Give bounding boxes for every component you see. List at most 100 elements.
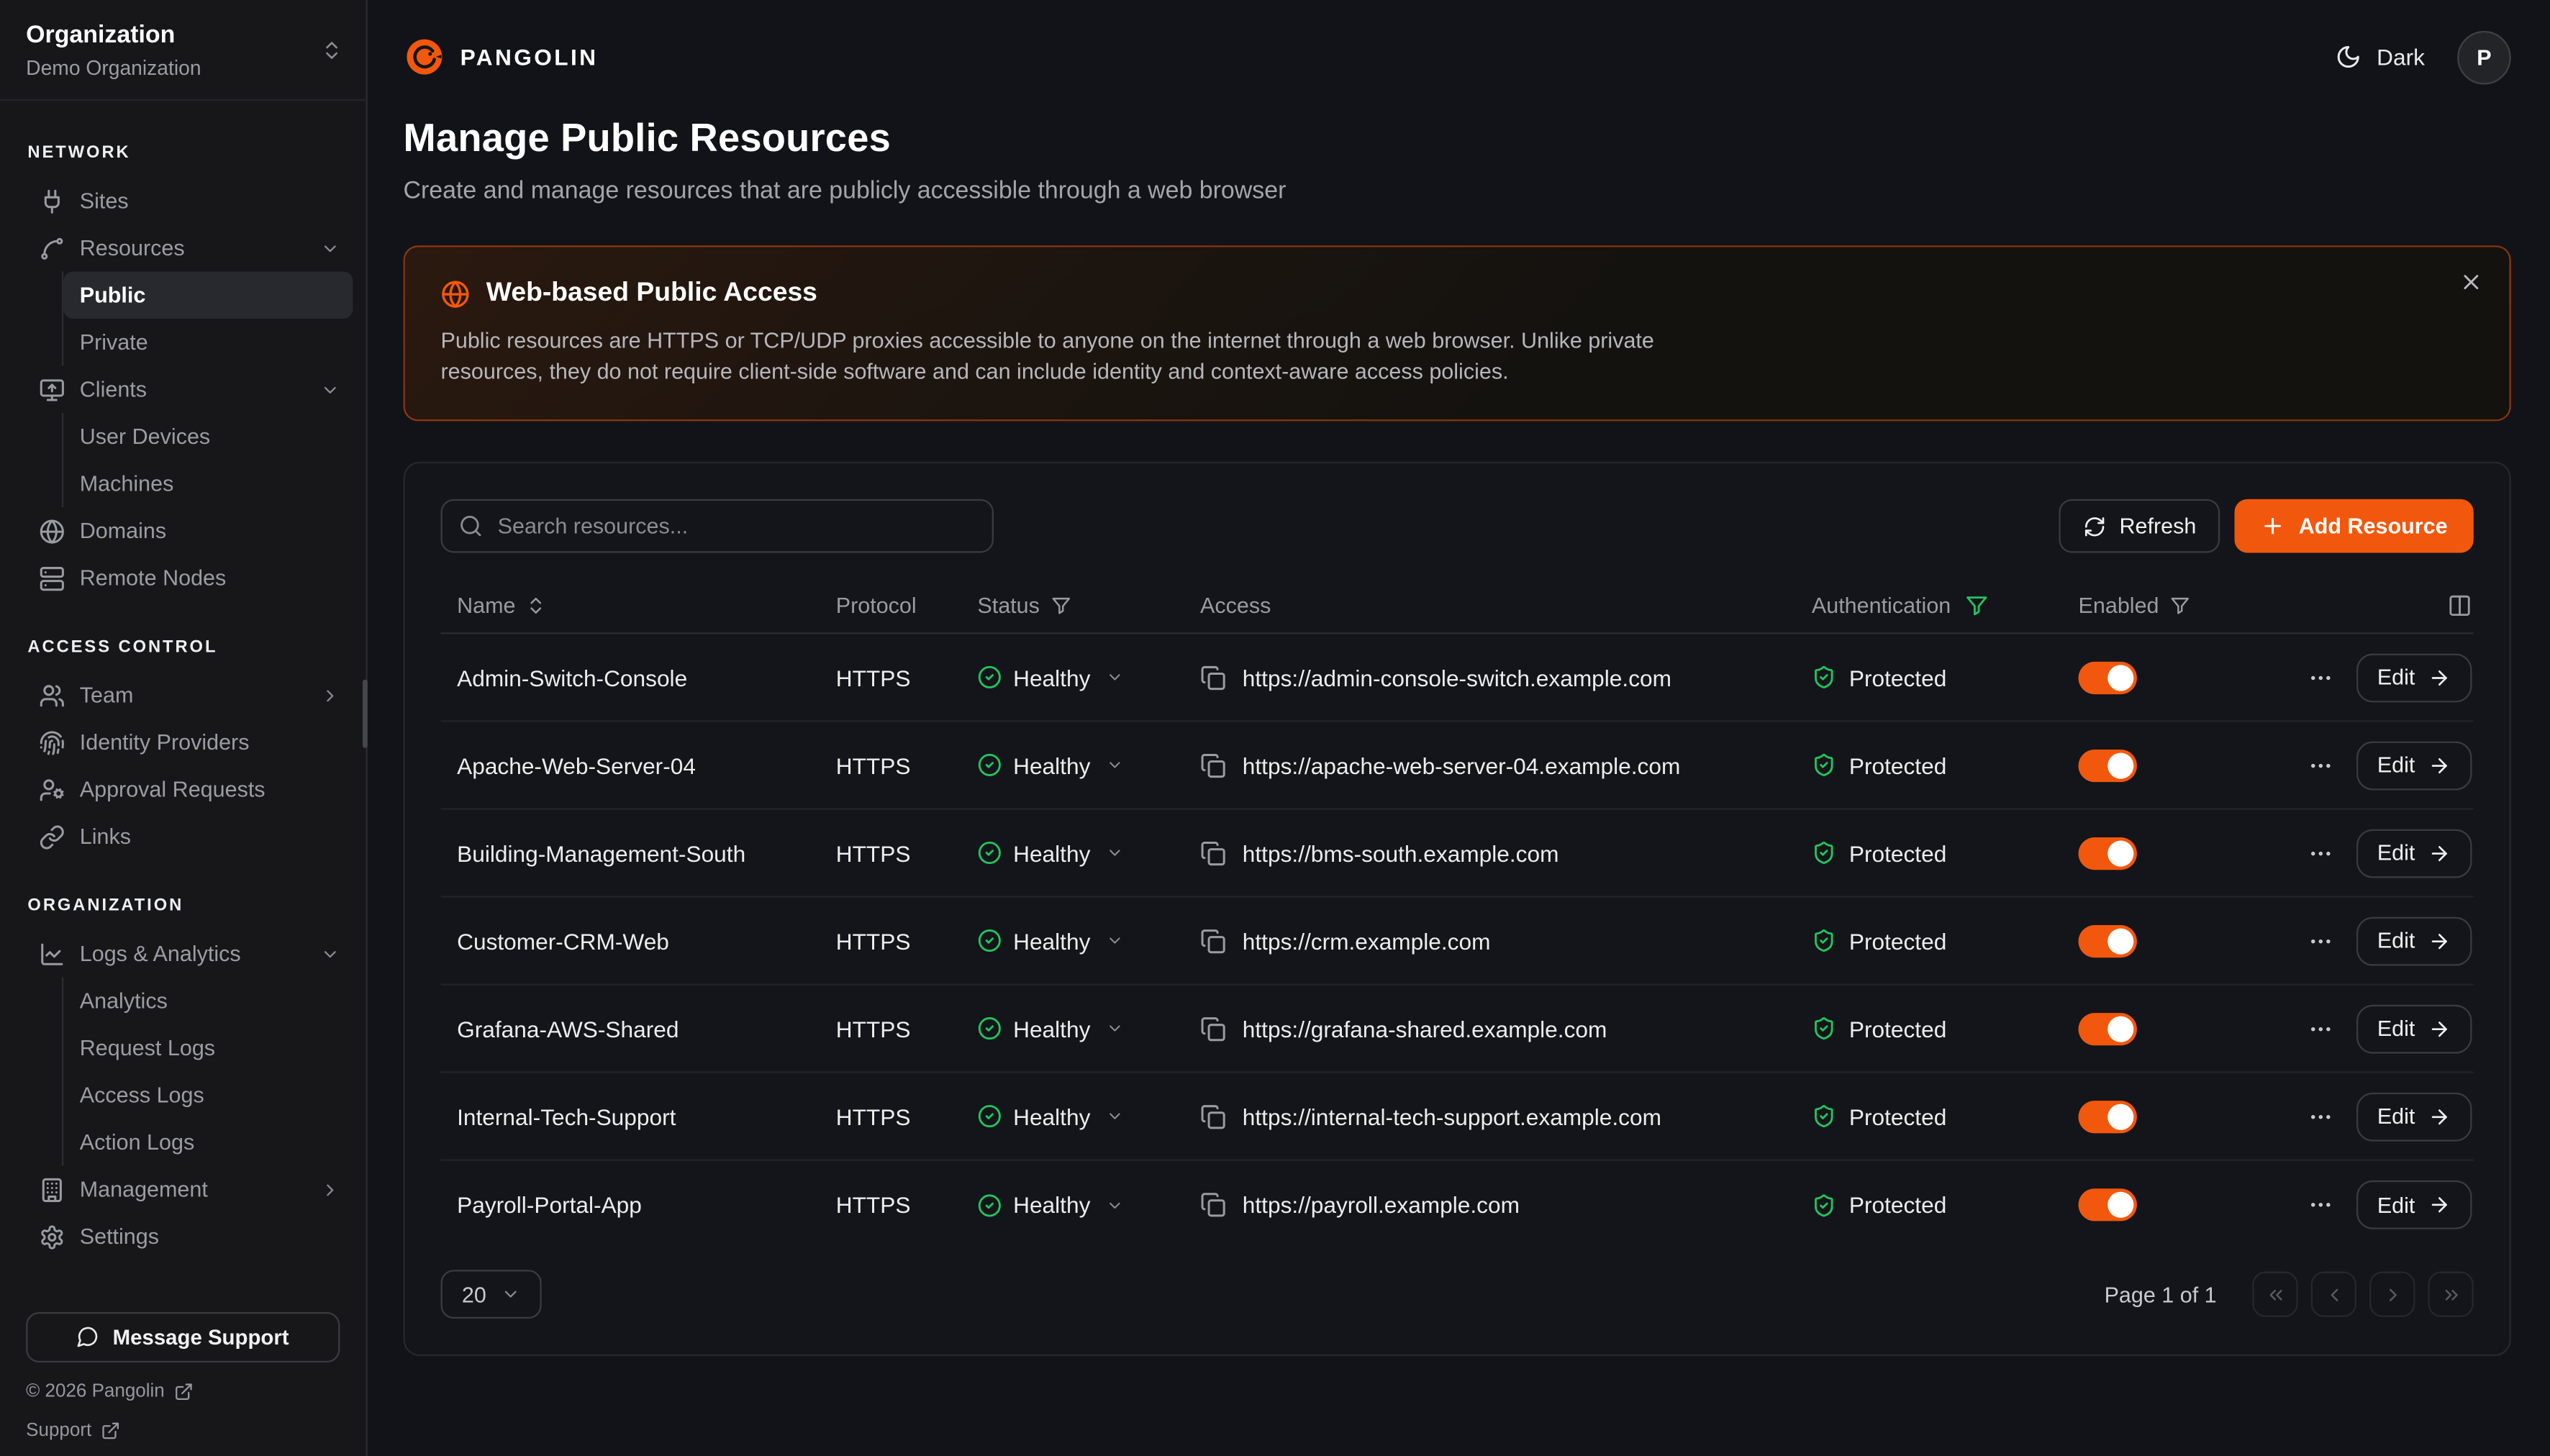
row-menu-button[interactable]: [2308, 840, 2333, 865]
status-dropdown[interactable]: Healthy: [977, 840, 1200, 865]
copy-url-button[interactable]: [1200, 664, 1226, 690]
column-visibility-button[interactable]: [2448, 593, 2472, 618]
resource-protocol: HTTPS: [836, 1192, 978, 1218]
status-dropdown[interactable]: Healthy: [977, 1104, 1200, 1129]
row-menu-button[interactable]: [2308, 1104, 2333, 1129]
edit-button[interactable]: Edit: [2356, 1004, 2472, 1053]
enabled-toggle[interactable]: [2079, 661, 2137, 693]
circle-check-icon: [977, 1104, 1002, 1129]
search-input[interactable]: [441, 499, 994, 553]
status-dropdown[interactable]: Healthy: [977, 1192, 1200, 1218]
sidebar-item-request-logs[interactable]: Request Logs: [63, 1024, 353, 1072]
row-menu-button[interactable]: [2308, 752, 2333, 778]
enabled-toggle[interactable]: [2079, 924, 2137, 957]
sidebar-item-remote-nodes[interactable]: Remote Nodes: [13, 555, 353, 602]
copy-url-button[interactable]: [1200, 1104, 1226, 1129]
sidebar-item-user-devices[interactable]: User Devices: [63, 413, 353, 460]
column-header-enabled[interactable]: Enabled: [2079, 593, 2230, 618]
sidebar-item-logs-analytics[interactable]: Logs & Analytics: [13, 930, 353, 978]
enabled-toggle[interactable]: [2079, 1188, 2137, 1221]
table-row: Building-Management-SouthHTTPSHealthyhtt…: [441, 810, 2474, 898]
sidebar-item-approval-requests[interactable]: Approval Requests: [13, 766, 353, 814]
support-link[interactable]: Support: [26, 1420, 340, 1439]
sidebar-item-identity-providers[interactable]: Identity Providers: [13, 719, 353, 766]
theme-toggle[interactable]: Dark: [2336, 44, 2425, 70]
sidebar-item-team[interactable]: Team: [13, 671, 353, 719]
edit-button[interactable]: Edit: [2356, 741, 2472, 790]
edit-button[interactable]: Edit: [2356, 829, 2472, 878]
row-menu-button[interactable]: [2308, 1015, 2333, 1041]
column-header-access: Access: [1200, 593, 1812, 618]
add-resource-button[interactable]: Add Resource: [2236, 499, 2474, 553]
enabled-toggle[interactable]: [2079, 837, 2137, 869]
info-banner: Web-based Public Access Public resources…: [404, 245, 2511, 421]
sidebar-resize-handle[interactable]: [363, 680, 368, 748]
next-page-button[interactable]: [2369, 1271, 2415, 1316]
copy-url-button[interactable]: [1200, 840, 1226, 865]
arrow-right-icon: [2428, 1193, 2451, 1216]
page-size-select[interactable]: 20: [441, 1270, 542, 1319]
refresh-button[interactable]: Refresh: [2059, 499, 2220, 553]
copy-url-button[interactable]: [1200, 1015, 1226, 1041]
copy-url-button[interactable]: [1200, 1192, 1226, 1218]
last-page-button[interactable]: [2428, 1271, 2473, 1316]
resource-name: Grafana-AWS-Shared: [441, 1015, 836, 1041]
brand-logo[interactable]: PANGOLIN: [404, 36, 599, 78]
funnel-icon: [1051, 595, 1072, 616]
row-menu-button[interactable]: [2308, 927, 2333, 953]
row-menu-button[interactable]: [2308, 1192, 2333, 1218]
chevron-down-icon: [1107, 1019, 1125, 1037]
shield-check-icon: [1812, 929, 1836, 953]
sidebar-item-analytics[interactable]: Analytics: [63, 977, 353, 1024]
edit-button[interactable]: Edit: [2356, 916, 2472, 965]
app-window: Organization Demo Organization NETWORKSi…: [0, 0, 2550, 1456]
sidebar-item-sites[interactable]: Sites: [13, 177, 353, 224]
sidebar-item-clients[interactable]: Clients: [13, 366, 353, 414]
edit-button[interactable]: Edit: [2356, 652, 2472, 701]
circle-check-icon: [977, 1193, 1002, 1217]
status-dropdown[interactable]: Healthy: [977, 752, 1200, 778]
enabled-toggle[interactable]: [2079, 1012, 2137, 1045]
sidebar-item-links[interactable]: Links: [13, 813, 353, 860]
sidebar-item-private[interactable]: Private: [63, 319, 353, 366]
status-dropdown[interactable]: Healthy: [977, 1015, 1200, 1041]
page-content: Manage Public Resources Create and manag…: [368, 114, 2550, 1356]
edit-button[interactable]: Edit: [2356, 1180, 2472, 1229]
sidebar-item-access-logs[interactable]: Access Logs: [63, 1071, 353, 1119]
copyright-link[interactable]: © 2026 Pangolin: [26, 1381, 340, 1401]
nav-subgroup: AnalyticsRequest LogsAccess LogsAction L…: [62, 977, 353, 1165]
banner-close-button[interactable]: [2459, 270, 2483, 299]
enabled-toggle[interactable]: [2079, 749, 2137, 781]
edit-button[interactable]: Edit: [2356, 1092, 2472, 1141]
status-dropdown[interactable]: Healthy: [977, 664, 1200, 690]
sidebar-item-settings[interactable]: Settings: [13, 1213, 353, 1260]
column-header-authentication[interactable]: Authentication: [1812, 593, 2079, 618]
previous-page-button[interactable]: [2311, 1271, 2356, 1316]
avatar[interactable]: P: [2457, 30, 2511, 84]
settings-icon: [39, 1224, 65, 1250]
copy-url-button[interactable]: [1200, 752, 1226, 778]
sidebar-item-resources[interactable]: Resources: [13, 224, 353, 272]
copy-icon: [1200, 664, 1226, 690]
org-switcher[interactable]: Organization Demo Organization: [0, 0, 366, 99]
sidebar-item-management[interactable]: Management: [13, 1166, 353, 1214]
column-label: Access: [1200, 593, 1271, 618]
sidebar-item-domains[interactable]: Domains: [13, 507, 353, 555]
column-header-name[interactable]: Name: [441, 593, 836, 618]
column-header-status[interactable]: Status: [977, 593, 1200, 618]
copy-url-button[interactable]: [1200, 927, 1226, 953]
page-info: Page 1 of 1: [2105, 1282, 2217, 1306]
message-support-button[interactable]: Message Support: [26, 1311, 340, 1362]
first-page-button[interactable]: [2252, 1271, 2297, 1316]
sidebar-item-label: Sites: [80, 188, 340, 213]
enabled-toggle[interactable]: [2079, 1100, 2137, 1132]
sidebar-item-machines[interactable]: Machines: [63, 460, 353, 508]
ellipsis-icon: [2308, 1192, 2333, 1218]
row-menu-button[interactable]: [2308, 664, 2333, 690]
status-dropdown[interactable]: Healthy: [977, 927, 1200, 953]
copy-icon: [1200, 1192, 1226, 1218]
sidebar-item-public[interactable]: Public: [63, 271, 353, 319]
page-size-value: 20: [462, 1282, 486, 1306]
edit-label: Edit: [2377, 841, 2415, 865]
sidebar-item-action-logs[interactable]: Action Logs: [63, 1119, 353, 1166]
